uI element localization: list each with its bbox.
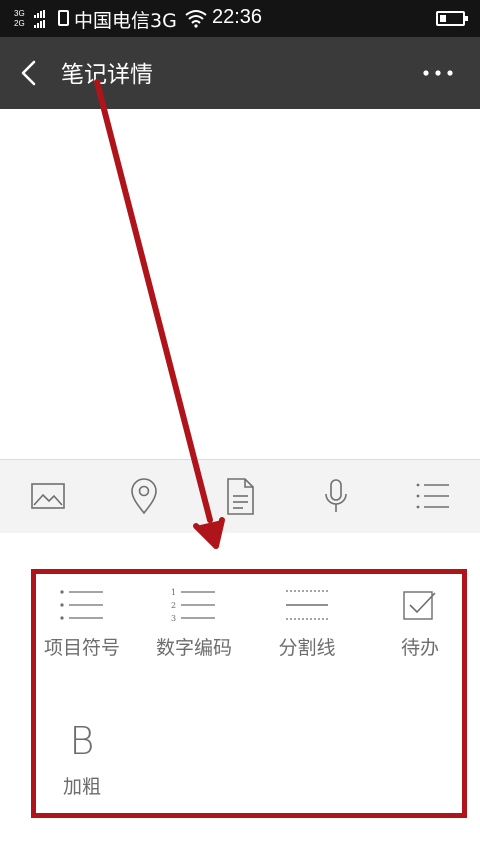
network-bottom-label: 2G xyxy=(14,19,25,28)
clock: 22:36 xyxy=(212,6,263,28)
battery-icon xyxy=(436,11,468,26)
carrier-name: 中国电信3G xyxy=(74,10,177,32)
document-icon[interactable] xyxy=(216,474,264,518)
more-options-icon[interactable] xyxy=(420,65,456,81)
navigation-bar: 笔记详情 xyxy=(0,37,480,109)
annotation-highlight-box xyxy=(31,569,467,818)
sim-card-icon xyxy=(58,10,69,26)
note-editor[interactable] xyxy=(0,109,480,459)
microphone-icon[interactable] xyxy=(312,474,360,518)
wifi-icon xyxy=(185,10,207,28)
network-top-label: 3G xyxy=(14,9,25,18)
network-type-labels: 3G 2G xyxy=(14,9,25,29)
status-bar: 3G 2G 中国电信3G 22:36 xyxy=(0,0,480,37)
list-icon[interactable] xyxy=(408,474,456,518)
back-icon[interactable] xyxy=(14,57,44,89)
signal-strength-icon xyxy=(34,10,45,28)
image-icon[interactable] xyxy=(24,474,72,518)
insert-toolbar xyxy=(0,459,480,533)
location-icon[interactable] xyxy=(120,474,168,518)
page-title: 笔记详情 xyxy=(61,62,153,88)
